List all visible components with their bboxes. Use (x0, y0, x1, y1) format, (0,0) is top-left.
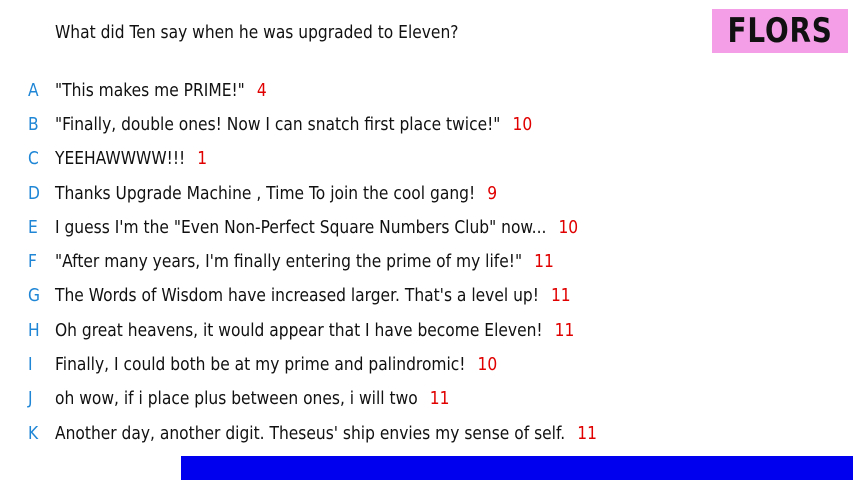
answer-text: Thanks Upgrade Machine , Time To join th… (55, 182, 476, 204)
answer-score: 9 (487, 182, 498, 204)
answer-text: Oh great heavens, it would appear that I… (55, 319, 543, 341)
title-text: FLORS (727, 11, 833, 51)
answer-score: 11 (534, 251, 554, 273)
bottom-banner-bar (181, 456, 853, 480)
answer-row: F "After many years, I'm finally enterin… (0, 244, 853, 278)
answer-score: 1 (197, 148, 208, 170)
answer-letter: G (28, 285, 40, 307)
answer-score: 11 (429, 388, 450, 410)
answer-text: oh wow, if i place plus between ones, i … (55, 388, 418, 410)
answer-row: K Another day, another digit. Theseus' s… (0, 416, 853, 450)
answer-letter: A (28, 79, 39, 101)
answer-row: I Finally, I could both be at my prime a… (0, 347, 853, 381)
answer-text: I guess I'm the "Even Non-Perfect Square… (55, 216, 547, 238)
answer-letter: F (28, 251, 37, 273)
title-badge: FLORS (712, 9, 848, 53)
answer-row: G The Words of Wisdom have increased lar… (0, 279, 853, 313)
answer-text: YEEHAWWWW!!! (55, 148, 186, 170)
answer-text: "After many years, I'm finally entering … (55, 251, 523, 273)
question-text: What did Ten say when he was upgraded to… (55, 22, 459, 43)
answer-row: E I guess I'm the "Even Non-Perfect Squa… (0, 210, 853, 244)
answer-letter: D (28, 182, 40, 204)
answer-row: B "Finally, double ones! Now I can snatc… (0, 107, 853, 141)
answer-letter: H (28, 319, 40, 341)
answer-score: 10 (512, 113, 533, 135)
answer-score: 10 (558, 216, 579, 238)
answer-text: "Finally, double ones! Now I can snatch … (55, 113, 501, 135)
answer-score: 11 (577, 422, 597, 444)
answer-letter: J (28, 388, 33, 410)
answer-letter: I (28, 354, 33, 376)
answer-row: C YEEHAWWWW!!! 1 (0, 142, 853, 176)
answer-letter: E (28, 216, 38, 238)
answer-letter: B (28, 113, 39, 135)
answer-letter: K (28, 422, 39, 444)
answer-score: 11 (554, 319, 575, 341)
answer-text: The Words of Wisdom have increased large… (55, 285, 539, 307)
answer-text: Another day, another digit. Theseus' shi… (55, 422, 566, 444)
answer-row: D Thanks Upgrade Machine , Time To join … (0, 176, 853, 210)
answer-row: H Oh great heavens, it would appear that… (0, 313, 853, 347)
answer-list: A "This makes me PRIME!" 4 B "Finally, do… (0, 73, 853, 450)
answer-row: J oh wow, if i place plus between ones, … (0, 382, 853, 416)
answer-letter: C (28, 148, 39, 170)
answer-row: A "This makes me PRIME!" 4 (0, 73, 853, 107)
answer-text: Finally, I could both be at my prime and… (55, 354, 466, 376)
answer-text: "This makes me PRIME!" (55, 79, 245, 101)
answer-score: 4 (256, 79, 267, 101)
answer-score: 11 (550, 285, 571, 307)
answer-score: 10 (477, 354, 498, 376)
